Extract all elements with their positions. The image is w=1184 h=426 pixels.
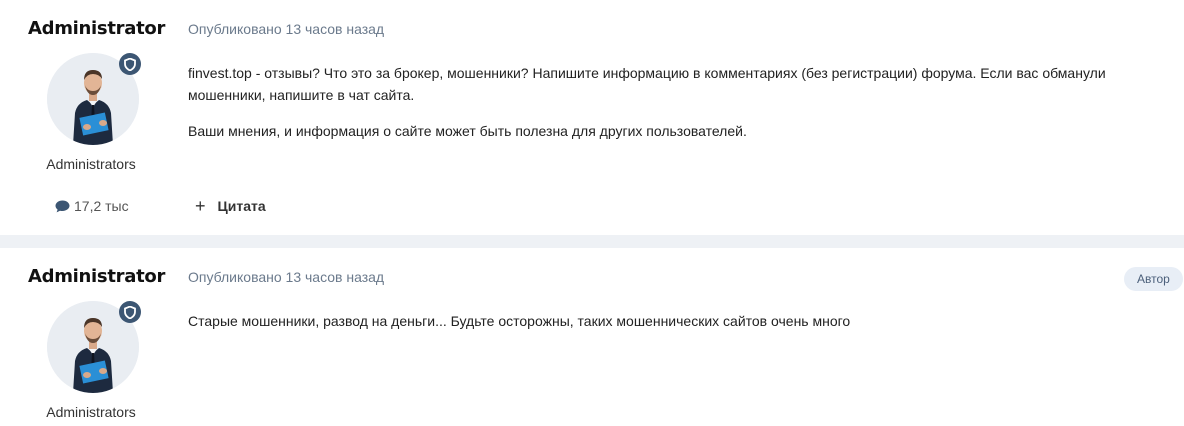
quote-button[interactable]: + Цитата <box>195 196 266 216</box>
post-content: finvest.top - отзывы? Что это за брокер,… <box>188 62 1178 156</box>
post-paragraph: finvest.top - отзывы? Что это за брокер,… <box>188 65 1106 103</box>
quote-button-label: Цитата <box>217 198 266 214</box>
post-count-value: 17,2 тыс <box>74 198 129 214</box>
author-badge: Автор <box>1124 267 1183 291</box>
post-1: Administrator Administrators 17,2 тыс Оп… <box>0 0 1184 235</box>
post-count: 17,2 тыс <box>55 198 129 214</box>
avatar-container[interactable] <box>47 53 141 145</box>
post-content: Старые мошенники, развод на деньги... Бу… <box>188 310 1178 346</box>
speech-bubble-icon <box>55 200 70 212</box>
author-group: Administrators <box>46 404 136 420</box>
plus-icon: + <box>195 196 206 216</box>
shield-icon <box>119 53 141 75</box>
post-author-name[interactable]: Administrator <box>28 18 165 39</box>
post-paragraph: Ваши мнения, и информация о сайте может … <box>188 123 747 139</box>
avatar-container[interactable] <box>47 301 141 393</box>
post-timestamp[interactable]: Опубликовано 13 часов назад <box>188 21 384 37</box>
post-2: Administrator Administrators Опубликован… <box>0 248 1184 426</box>
author-group: Administrators <box>46 156 136 172</box>
shield-icon <box>119 301 141 323</box>
post-timestamp[interactable]: Опубликовано 13 часов назад <box>188 269 384 285</box>
post-separator <box>0 235 1184 248</box>
post-paragraph: Старые мошенники, развод на деньги... Бу… <box>188 313 851 329</box>
post-author-name[interactable]: Administrator <box>28 266 165 287</box>
